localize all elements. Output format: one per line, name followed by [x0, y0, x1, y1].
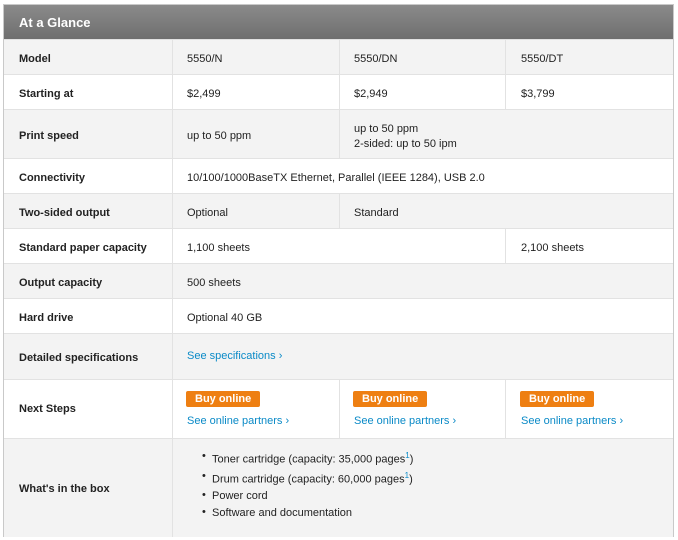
label-two-sided: Two-sided output — [19, 207, 110, 219]
label-speed: Print speed — [19, 130, 79, 142]
model-n: 5550/N — [187, 53, 223, 65]
row-paper: Standard paper capacity 1,100 sheets 2,1… — [4, 228, 673, 263]
row-output: Output capacity 500 sheets — [4, 263, 673, 298]
row-price: Starting at $2,499 $2,949 $3,799 — [4, 74, 673, 109]
speed-duplex: 2-sided: up to 50 ipm — [354, 138, 457, 150]
see-partners-link-dn[interactable]: See online partners › — [354, 415, 456, 427]
see-partners-link-dt[interactable]: See online partners › — [521, 415, 623, 427]
model-dt: 5550/DT — [521, 53, 564, 65]
list-item: Software and documentation — [202, 506, 413, 519]
panel-title: At a Glance — [19, 15, 91, 30]
list-item: Power cord — [202, 489, 413, 502]
row-specs: Detailed specifications See specificatio… — [4, 333, 673, 379]
label-hard-drive: Hard drive — [19, 312, 74, 324]
label-next-steps: Next Steps — [19, 403, 76, 415]
output-value: 500 sheets — [187, 277, 241, 289]
label-output: Output capacity — [19, 277, 103, 289]
two-sided-n: Optional — [187, 207, 228, 219]
row-next-steps: Next Steps Buy online See online partner… — [4, 379, 673, 438]
row-hard-drive: Hard drive Optional 40 GB — [4, 298, 673, 333]
hard-drive-value: Optional 40 GB — [187, 312, 263, 324]
connectivity-value: 10/100/1000BaseTX Ethernet, Parallel (IE… — [187, 172, 485, 184]
in-the-box-list: Toner cartridge (capacity: 35,000 pages1… — [202, 450, 413, 524]
price-n: $2,499 — [187, 88, 221, 100]
buy-online-button-n[interactable]: Buy online — [186, 391, 261, 407]
paper-dt: 2,100 sheets — [521, 242, 584, 254]
buy-online-button-dt[interactable]: Buy online — [520, 391, 595, 407]
row-speed: Print speed up to 50 ppm up to 50 ppm 2-… — [4, 109, 673, 158]
buy-online-button-dn[interactable]: Buy online — [353, 391, 428, 407]
speed-n: up to 50 ppm — [187, 130, 252, 142]
speed-dn-dt: up to 50 ppm — [354, 123, 419, 135]
list-item: Toner cartridge (capacity: 35,000 pages1… — [202, 450, 413, 466]
label-in-the-box: What's in the box — [19, 483, 110, 495]
at-a-glance-panel: At a Glance Model 5550/N 5550/DN 5550/DT… — [3, 4, 674, 537]
label-specs: Detailed specifications — [19, 352, 139, 364]
label-connectivity: Connectivity — [19, 172, 86, 184]
model-dn: 5550/DN — [354, 53, 398, 65]
see-partners-link-n[interactable]: See online partners › — [187, 415, 289, 427]
see-specifications-link[interactable]: See specifications › — [187, 350, 282, 362]
price-dn: $2,949 — [354, 88, 388, 100]
row-two-sided: Two-sided output Optional Standard — [4, 193, 673, 228]
row-in-the-box: What's in the box Toner cartridge (capac… — [4, 438, 673, 537]
label-price: Starting at — [19, 88, 74, 100]
row-connectivity: Connectivity 10/100/1000BaseTX Ethernet,… — [4, 158, 673, 193]
two-sided-dn-dt: Standard — [354, 207, 399, 219]
label-model: Model — [19, 53, 51, 65]
label-paper: Standard paper capacity — [19, 242, 147, 254]
paper-n-dn: 1,100 sheets — [187, 242, 250, 254]
list-item: Drum cartridge (capacity: 60,000 pages1) — [202, 470, 413, 486]
panel-header: At a Glance — [4, 5, 673, 39]
price-dt: $3,799 — [521, 88, 555, 100]
row-model: Model 5550/N 5550/DN 5550/DT — [4, 39, 673, 74]
